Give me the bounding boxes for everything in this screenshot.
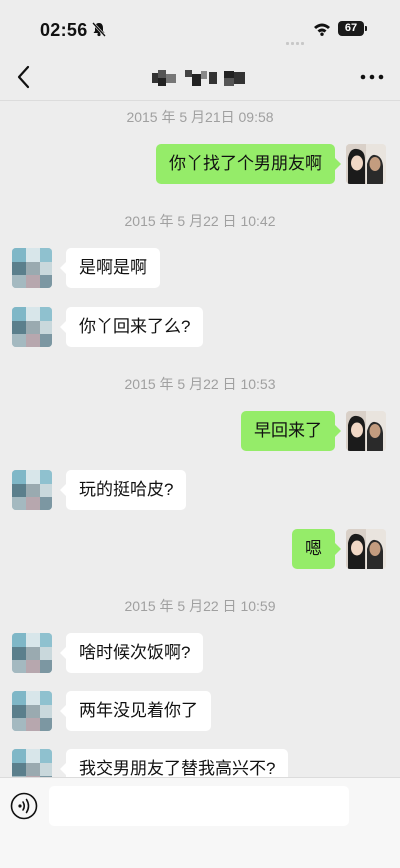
timestamp: 2015 年 5 月22 日 10:42: [124, 213, 276, 229]
battery-tip: [365, 26, 367, 31]
message-bubble-outgoing[interactable]: 早回来了: [241, 411, 341, 451]
more-dots-icon[interactable]: [360, 74, 384, 80]
voice-input-icon[interactable]: [10, 792, 38, 820]
avatar-contact[interactable]: [12, 307, 52, 347]
timestamp: 2015 年 5 月22 日 10:53: [124, 376, 276, 392]
message-bubble-incoming[interactable]: 你丫回来了么?: [59, 307, 204, 347]
avatar-self[interactable]: [346, 529, 386, 569]
avatar-contact[interactable]: [12, 749, 52, 777]
chat-header: [0, 56, 400, 101]
message-bubble-incoming[interactable]: 是啊是啊: [60, 248, 160, 288]
message-bubble-outgoing[interactable]: 你丫找了个男朋友啊: [156, 144, 341, 184]
message-input[interactable]: [49, 786, 349, 826]
avatar-contact[interactable]: [12, 691, 52, 731]
message-bubble-incoming[interactable]: 两年没见着你了: [60, 691, 211, 731]
signal-icon: [286, 27, 308, 45]
message-bubble-incoming[interactable]: 啥时候次饭啊?: [59, 633, 204, 673]
avatar-contact[interactable]: [12, 248, 52, 288]
avatar-contact[interactable]: [12, 470, 52, 510]
message-bubble-incoming[interactable]: 我交男朋友了替我高兴不?: [59, 749, 289, 777]
avatar-self[interactable]: [346, 411, 386, 451]
bell-mute-icon: [92, 22, 106, 37]
input-bar: [0, 777, 400, 868]
status-time: 02:56: [40, 20, 88, 40]
timestamp: 2015 年 5 月22 日 10:59: [124, 598, 276, 614]
battery-icon: 67: [338, 21, 364, 36]
back-chevron-icon[interactable]: [14, 64, 34, 90]
contact-name-redacted: [152, 70, 245, 86]
message-list[interactable]: 2015 年 5 月21日 09:58 你丫找了个男朋友啊 2015 年 5 月…: [0, 101, 400, 777]
message-bubble-incoming[interactable]: 玩的挺哈皮?: [59, 470, 187, 510]
status-bar: 02:56 67: [0, 0, 400, 56]
avatar-contact[interactable]: [12, 633, 52, 673]
message-bubble-outgoing[interactable]: 嗯: [292, 529, 341, 569]
wifi-icon: [314, 23, 330, 36]
avatar-self[interactable]: [346, 144, 386, 184]
timestamp: 2015 年 5 月21日 09:58: [126, 109, 274, 125]
